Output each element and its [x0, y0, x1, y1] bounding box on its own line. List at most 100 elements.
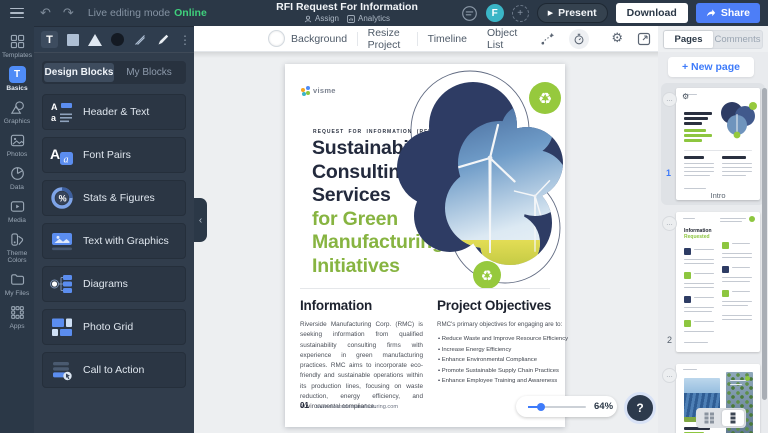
photo-grid-icon: [50, 315, 74, 339]
help-button[interactable]: ?: [624, 392, 656, 424]
timeline-button[interactable]: Timeline: [418, 26, 477, 51]
project-title-block: RFI Request For Information Assign Analy…: [247, 0, 447, 26]
line-tool[interactable]: [133, 33, 147, 47]
sidebar-item-templates[interactable]: Templates: [0, 33, 34, 59]
thumbnail-2-heading: Information Requested: [684, 228, 712, 240]
timer-icon[interactable]: [562, 29, 596, 49]
undo-icon[interactable]: ↶: [40, 7, 51, 20]
sidebar-item-graphics[interactable]: Graphics: [0, 99, 34, 125]
add-collaborator-icon[interactable]: +: [512, 5, 529, 22]
objective-item: Promote Sustainable Supply Chain Practic…: [438, 366, 568, 377]
information-heading[interactable]: Information: [300, 298, 372, 313]
document-page-number: 01: [300, 401, 309, 410]
live-editing-label: Live editing mode: [88, 7, 170, 19]
triangle-shape-tool[interactable]: [88, 34, 102, 46]
text-tool[interactable]: T: [41, 31, 58, 48]
my-files-icon: [10, 271, 25, 288]
chevron-left-icon: ‹: [199, 215, 202, 226]
analytics-button[interactable]: Analytics: [347, 14, 390, 23]
svg-text:a: a: [51, 113, 57, 123]
diagrams-icon: [50, 272, 74, 296]
zoom-level: 64%: [594, 401, 613, 412]
present-button[interactable]: ▶ Present: [537, 3, 608, 23]
page-1-settings-icon[interactable]: ⚙: [682, 92, 689, 101]
topbar-actions: F + ▶ Present Download Share: [461, 0, 760, 26]
sidebar-item-media[interactable]: Media: [0, 198, 34, 224]
redo-icon[interactable]: ↷: [63, 7, 74, 20]
new-page-button[interactable]: + New page: [668, 57, 754, 77]
sidebar-item-photos[interactable]: Photos: [0, 132, 34, 158]
circle-shape-tool[interactable]: [111, 33, 124, 46]
zoom-slider-handle[interactable]: [537, 403, 545, 411]
square-shape-tool[interactable]: [67, 34, 79, 46]
thumbnail-green-dot: [749, 216, 755, 222]
text-with-graphics-icon: [50, 229, 74, 253]
page-thumbnail-1[interactable]: [676, 88, 760, 200]
canvas-area[interactable]: visme REQUEST FOR INFORMATION (RFI) Sust…: [194, 52, 658, 433]
objectives-heading[interactable]: Project Objectives: [437, 298, 551, 313]
analytics-chart-icon: [347, 15, 355, 23]
block-item-stats-figures[interactable]: % Stats & Figures: [42, 180, 186, 216]
panel-collapse-button[interactable]: ‹: [194, 198, 207, 242]
svg-text:%: %: [59, 193, 67, 203]
block-item-header-text[interactable]: Aa Header & Text: [42, 94, 186, 130]
objective-item: Reduce Waste and Improve Resource Effici…: [438, 334, 568, 345]
block-item-call-to-action[interactable]: Call to Action: [42, 352, 186, 388]
animation-icon[interactable]: [533, 31, 562, 46]
header-text-icon: Aa: [50, 100, 74, 124]
sidebar-item-my-files[interactable]: My Files: [0, 271, 34, 297]
objectives-list[interactable]: Reduce Waste and Improve Resource Effici…: [438, 334, 568, 387]
zoom-control: 64%: [516, 396, 617, 417]
svg-text:a: a: [64, 155, 69, 166]
objective-item: Enhance Employee Training and Awareness: [438, 376, 568, 387]
tab-design-blocks[interactable]: Design Blocks: [44, 63, 114, 82]
block-item-photo-grid[interactable]: Photo Grid: [42, 309, 186, 345]
background-button[interactable]: Background: [258, 26, 357, 51]
information-body[interactable]: Riverside Manufacturing Corp. (RMC) is s…: [300, 320, 423, 413]
resize-project-button[interactable]: Resize Project: [358, 26, 417, 51]
more-tools-icon[interactable]: ⋮: [179, 33, 191, 47]
document-page[interactable]: visme REQUEST FOR INFORMATION (RFI) Sust…: [285, 64, 565, 427]
menu-icon[interactable]: [0, 0, 34, 26]
list-view-button[interactable]: [722, 410, 744, 426]
sidebar-item-data[interactable]: Data: [0, 165, 34, 191]
project-title[interactable]: RFI Request For Information: [247, 2, 447, 13]
assign-button[interactable]: Assign: [304, 14, 339, 23]
share-button[interactable]: Share: [696, 3, 760, 23]
sidebar-item-theme-colors[interactable]: Theme Colors: [0, 231, 34, 264]
page-thumbnail-2[interactable]: Information Requested: [676, 212, 760, 352]
sidebar-item-apps[interactable]: Apps: [0, 304, 34, 330]
page-2-number: 2: [667, 335, 672, 345]
document-footer: 01 www.riversidemanufacturing.com: [300, 401, 398, 410]
page-1-label[interactable]: Intro: [676, 191, 760, 200]
play-icon: ▶: [548, 9, 553, 17]
object-list-button[interactable]: Object List: [477, 26, 527, 51]
zoom-slider[interactable]: [528, 406, 586, 408]
page-2-options-icon[interactable]: …: [662, 216, 677, 231]
media-icon: [10, 198, 25, 215]
comments-icon[interactable]: [461, 5, 478, 22]
page-3-options-icon[interactable]: …: [662, 368, 677, 383]
settings-gear-icon[interactable]: ⚙: [604, 32, 630, 45]
share-arrow-icon: [706, 8, 716, 18]
page-1-options-icon[interactable]: …: [662, 92, 677, 107]
block-item-font-pairs[interactable]: Aa Font Pairs: [42, 137, 186, 173]
tab-comments[interactable]: Comments: [713, 31, 762, 48]
user-avatar[interactable]: F: [486, 4, 504, 22]
preview-icon[interactable]: [630, 32, 658, 46]
shape-toolbar: T ⋮: [34, 26, 194, 52]
pen-tool[interactable]: [156, 33, 170, 47]
tab-my-blocks[interactable]: My Blocks: [114, 63, 184, 82]
apps-icon: [10, 304, 25, 321]
recycle-badge-bottom: ♻: [473, 261, 501, 289]
download-button[interactable]: Download: [616, 3, 688, 23]
block-item-text-with-graphics[interactable]: Text with Graphics: [42, 223, 186, 259]
hero-wind-turbine-graphic[interactable]: ♻ ♻: [385, 68, 565, 296]
sidebar-item-basics[interactable]: T Basics: [0, 66, 34, 92]
objectives-intro[interactable]: RMC's primary objectives for engaging ar…: [437, 321, 562, 328]
left-sidebar: Templates T Basics Graphics Photos Data: [0, 26, 34, 433]
grid-view-button[interactable]: [698, 410, 720, 426]
block-item-diagrams[interactable]: Diagrams: [42, 266, 186, 302]
pages-scrollbar[interactable]: [762, 88, 767, 400]
tab-pages[interactable]: Pages: [664, 31, 713, 48]
